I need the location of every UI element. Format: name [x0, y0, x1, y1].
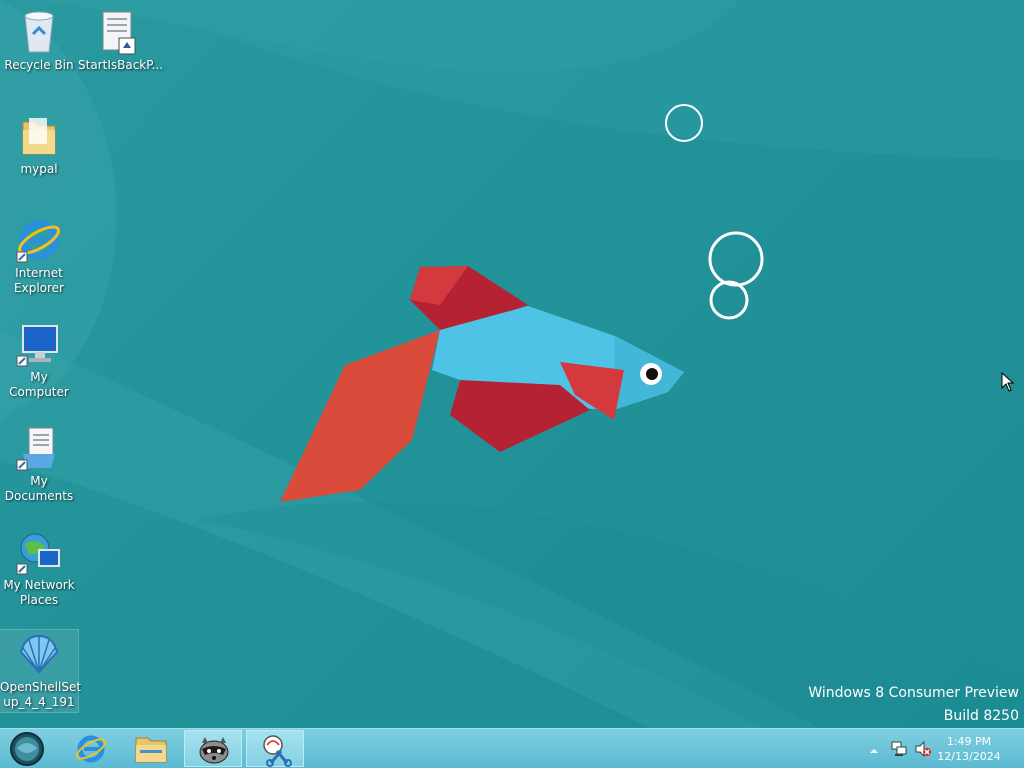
installer-document-icon [93, 8, 141, 56]
taskbar-file-explorer[interactable] [122, 730, 180, 767]
icon-label: StartIsBackP... [78, 58, 164, 72]
mouse-cursor-icon [1001, 372, 1015, 392]
wallpaper-betta-fish [0, 0, 1024, 728]
snipping-tool-icon [263, 735, 292, 767]
desktop[interactable]: Recycle Bin StartIsBackP... mypal Intern… [0, 0, 1024, 728]
icon-label: Recycle Bin [4, 58, 74, 72]
fish-tail [280, 330, 440, 502]
desktop-icon-mypal[interactable]: mypal [0, 112, 78, 177]
raccoon-app-icon [199, 737, 229, 764]
show-hidden-icons-chevron[interactable] [868, 742, 880, 754]
desktop-icon-my-network-places[interactable]: My Network Places [0, 528, 78, 608]
system-tray: 1:49 PM 12/13/2024 [860, 729, 1024, 769]
icon-label: My Computer [9, 370, 69, 399]
taskbar: 1:49 PM 12/13/2024 [0, 728, 1024, 768]
taskbar-raccoon-app[interactable] [184, 730, 242, 767]
desktop-icon-internet-explorer[interactable]: Internet Explorer [0, 216, 78, 296]
recycle-bin-icon [15, 8, 63, 56]
desktop-icon-my-computer[interactable]: My Computer [0, 320, 78, 400]
shell-icon [15, 630, 63, 678]
computer-icon [15, 320, 63, 368]
icon-label-line1: OpenShellSet [0, 680, 82, 694]
icon-label-line2: Documents [4, 489, 74, 503]
icon-label-line2: Explorer [14, 281, 64, 295]
internet-explorer-icon [15, 216, 63, 264]
os-version-watermark: Windows 8 Consumer Preview Build 8250 [808, 684, 1019, 725]
desktop-icon-startisback[interactable]: StartIsBackP... [78, 8, 164, 73]
network-icon[interactable] [890, 740, 908, 758]
taskbar-clock[interactable]: 1:49 PM 12/13/2024 [934, 734, 1004, 764]
icon-label: mypal [20, 162, 58, 176]
taskbar-snipping-tool[interactable] [246, 730, 304, 767]
icon-label-line1: Internet [15, 266, 63, 280]
start-button[interactable] [0, 730, 56, 767]
watermark-line2: Build 8250 [943, 708, 1019, 724]
documents-icon [15, 424, 63, 472]
bubble [708, 231, 764, 287]
icon-label-line1: My [30, 474, 48, 488]
file-explorer-icon [135, 737, 167, 763]
icon-label-line2: Places [19, 593, 59, 607]
taskbar-internet-explorer[interactable] [62, 730, 120, 767]
desktop-icon-openshell-setup[interactable]: OpenShellSet up_4_4_191 [0, 629, 82, 713]
start-orb-icon [10, 732, 44, 766]
network-places-icon [15, 528, 63, 576]
clock-time: 1:49 PM [946, 735, 992, 748]
internet-explorer-icon [75, 735, 107, 763]
desktop-icon-my-documents[interactable]: My Documents [0, 424, 78, 504]
clock-date: 12/13/2024 [937, 750, 1001, 763]
volume-muted-icon[interactable] [914, 740, 932, 758]
icon-label-line2: up_4_4_191 [3, 695, 75, 709]
watermark-line1: Windows 8 Consumer Preview [808, 685, 1019, 701]
icon-label-line1: My Network [3, 578, 75, 592]
bubble [709, 280, 749, 320]
folder-icon [15, 112, 63, 160]
desktop-icon-recycle-bin[interactable]: Recycle Bin [0, 8, 78, 73]
